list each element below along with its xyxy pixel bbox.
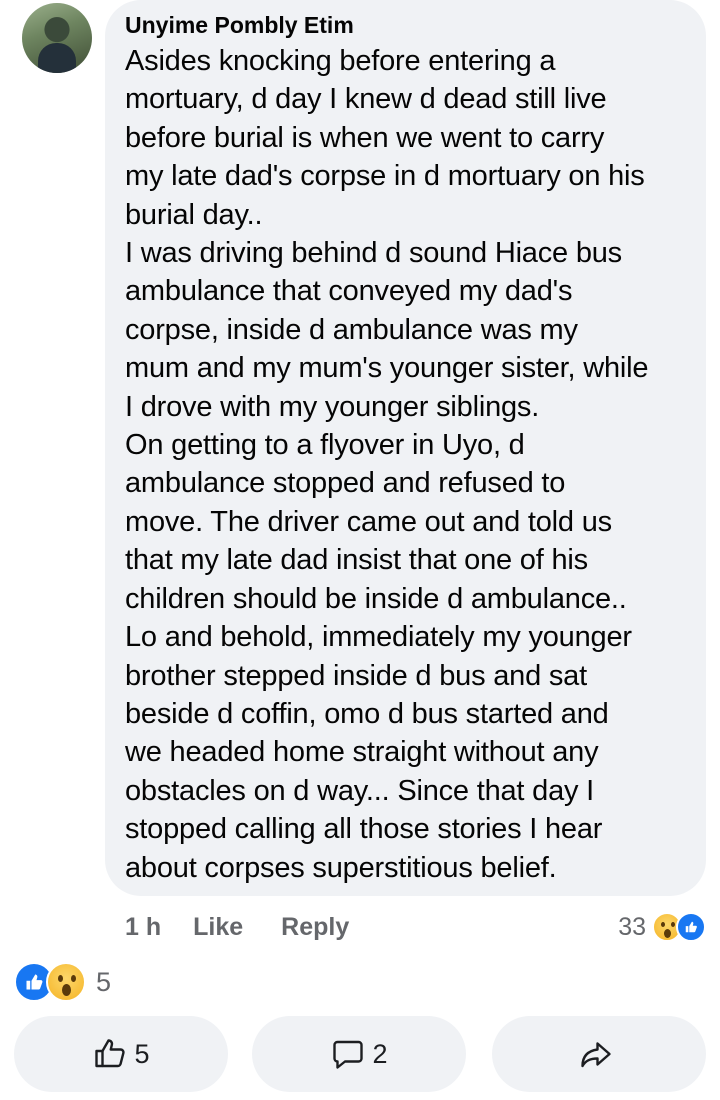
comment-author[interactable]: Unyime Pombly Etim bbox=[125, 10, 690, 40]
comment-actions: 1 h Like Reply bbox=[125, 910, 387, 944]
comment-body: Asides knocking before entering a mortua… bbox=[125, 45, 649, 884]
commenter-avatar[interactable] bbox=[22, 3, 92, 73]
post-comment-button[interactable]: 2 bbox=[252, 1016, 466, 1092]
avatar-figure bbox=[38, 43, 76, 73]
like-emoji-icon bbox=[676, 912, 706, 942]
share-arrow-icon bbox=[581, 1042, 611, 1068]
comment-bubble: Unyime Pombly Etim Asides knocking befor… bbox=[105, 0, 706, 896]
post-share-button[interactable] bbox=[492, 1016, 706, 1092]
wow-emoji-icon bbox=[46, 962, 86, 1002]
post-reaction-count: 5 bbox=[96, 966, 112, 997]
comment-reaction-count: 33 bbox=[618, 912, 646, 941]
post-like-button[interactable]: 5 bbox=[14, 1016, 228, 1092]
thumbs-up-icon bbox=[95, 1039, 126, 1068]
comment-reply-button[interactable]: Reply bbox=[281, 913, 349, 942]
comment-timestamp[interactable]: 1 h bbox=[125, 913, 161, 942]
post-reactions-summary[interactable]: 5 bbox=[14, 960, 111, 1004]
comment-reactions[interactable]: 33 bbox=[618, 910, 706, 944]
comment-like-button[interactable]: Like bbox=[193, 913, 243, 942]
comment-bubble-icon bbox=[333, 1040, 364, 1069]
post-like-count: 5 bbox=[134, 1038, 150, 1069]
post-comment-count: 2 bbox=[372, 1038, 388, 1069]
